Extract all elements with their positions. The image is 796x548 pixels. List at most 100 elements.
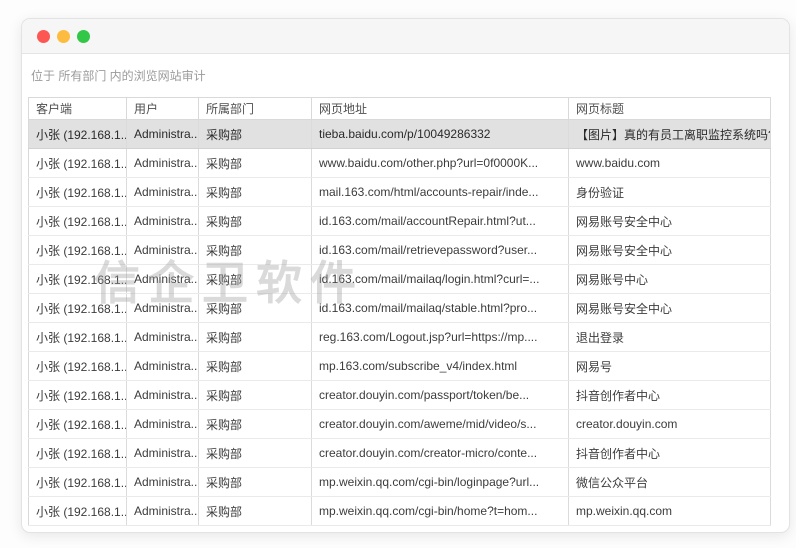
table-row[interactable]: 小张 (192.168.1... Administra... 采购部 mp.we… <box>29 497 771 526</box>
cell-department[interactable]: 采购部 <box>199 120 312 149</box>
cell-url[interactable]: id.163.com/mail/accountRepair.html?ut... <box>312 207 569 236</box>
cell-url[interactable]: reg.163.com/Logout.jsp?url=https://mp...… <box>312 323 569 352</box>
cell-title[interactable]: 抖音创作者中心 <box>569 381 771 410</box>
audit-table-container: 客户端 用户 所属部门 网页地址 网页标题 小张 (192.168.1... A… <box>28 97 771 526</box>
minimize-window-icon[interactable] <box>57 30 70 43</box>
cell-user[interactable]: Administra... <box>127 381 199 410</box>
cell-user[interactable]: Administra... <box>127 294 199 323</box>
cell-client[interactable]: 小张 (192.168.1... <box>29 381 127 410</box>
cell-title[interactable]: 网易号 <box>569 352 771 381</box>
cell-client[interactable]: 小张 (192.168.1... <box>29 120 127 149</box>
table-header-row: 客户端 用户 所属部门 网页地址 网页标题 <box>29 98 771 120</box>
table-row[interactable]: 小张 (192.168.1... Administra... 采购部 creat… <box>29 410 771 439</box>
cell-url[interactable]: mp.weixin.qq.com/cgi-bin/loginpage?url..… <box>312 468 569 497</box>
cell-client[interactable]: 小张 (192.168.1... <box>29 352 127 381</box>
cell-title[interactable]: 身份验证 <box>569 178 771 207</box>
cell-client[interactable]: 小张 (192.168.1... <box>29 207 127 236</box>
table-row[interactable]: 小张 (192.168.1... Administra... 采购部 id.16… <box>29 294 771 323</box>
column-header-title[interactable]: 网页标题 <box>569 98 771 120</box>
cell-client[interactable]: 小张 (192.168.1... <box>29 178 127 207</box>
table-row[interactable]: 小张 (192.168.1... Administra... 采购部 creat… <box>29 381 771 410</box>
cell-url[interactable]: creator.douyin.com/passport/token/be... <box>312 381 569 410</box>
close-window-icon[interactable] <box>37 30 50 43</box>
cell-title[interactable]: 微信公众平台 <box>569 468 771 497</box>
table-row[interactable]: 小张 (192.168.1... Administra... 采购部 creat… <box>29 439 771 468</box>
cell-url[interactable]: id.163.com/mail/retrievepassword?user... <box>312 236 569 265</box>
cell-department[interactable]: 采购部 <box>199 381 312 410</box>
zoom-window-icon[interactable] <box>77 30 90 43</box>
cell-title[interactable]: mp.weixin.qq.com <box>569 497 771 526</box>
cell-title[interactable]: 【图片】真的有员工离职监控系统吗? <box>569 120 771 149</box>
cell-user[interactable]: Administra... <box>127 497 199 526</box>
breadcrumb-label: 位于 所有部门 内的浏览网站审计 <box>31 67 206 84</box>
cell-client[interactable]: 小张 (192.168.1... <box>29 439 127 468</box>
cell-url[interactable]: creator.douyin.com/creator-micro/conte..… <box>312 439 569 468</box>
cell-client[interactable]: 小张 (192.168.1... <box>29 149 127 178</box>
cell-user[interactable]: Administra... <box>127 410 199 439</box>
table-row[interactable]: 小张 (192.168.1... Administra... 采购部 mail.… <box>29 178 771 207</box>
table-row[interactable]: 小张 (192.168.1... Administra... 采购部 mp.we… <box>29 468 771 497</box>
table-row[interactable]: 小张 (192.168.1... Administra... 采购部 mp.16… <box>29 352 771 381</box>
cell-department[interactable]: 采购部 <box>199 178 312 207</box>
cell-client[interactable]: 小张 (192.168.1... <box>29 468 127 497</box>
cell-department[interactable]: 采购部 <box>199 468 312 497</box>
cell-client[interactable]: 小张 (192.168.1... <box>29 497 127 526</box>
cell-title[interactable]: 网易账号安全中心 <box>569 236 771 265</box>
cell-department[interactable]: 采购部 <box>199 323 312 352</box>
cell-url[interactable]: creator.douyin.com/aweme/mid/video/s... <box>312 410 569 439</box>
column-header-department[interactable]: 所属部门 <box>199 98 312 120</box>
cell-url[interactable]: mail.163.com/html/accounts-repair/inde..… <box>312 178 569 207</box>
window-titlebar <box>22 19 789 54</box>
table-row[interactable]: 小张 (192.168.1... Administra... 采购部 id.16… <box>29 236 771 265</box>
cell-user[interactable]: Administra... <box>127 178 199 207</box>
table-row[interactable]: 小张 (192.168.1... Administra... 采购部 www.b… <box>29 149 771 178</box>
cell-url[interactable]: www.baidu.com/other.php?url=0f0000K... <box>312 149 569 178</box>
cell-user[interactable]: Administra... <box>127 149 199 178</box>
cell-title[interactable]: 网易账号安全中心 <box>569 207 771 236</box>
cell-user[interactable]: Administra... <box>127 265 199 294</box>
cell-title[interactable]: www.baidu.com <box>569 149 771 178</box>
table-body: 小张 (192.168.1... Administra... 采购部 tieba… <box>29 120 771 526</box>
cell-client[interactable]: 小张 (192.168.1... <box>29 323 127 352</box>
cell-url[interactable]: mp.163.com/subscribe_v4/index.html <box>312 352 569 381</box>
cell-title[interactable]: 退出登录 <box>569 323 771 352</box>
cell-department[interactable]: 采购部 <box>199 439 312 468</box>
cell-title[interactable]: creator.douyin.com <box>569 410 771 439</box>
audit-table: 客户端 用户 所属部门 网页地址 网页标题 小张 (192.168.1... A… <box>28 97 771 526</box>
column-header-client[interactable]: 客户端 <box>29 98 127 120</box>
cell-department[interactable]: 采购部 <box>199 149 312 178</box>
cell-department[interactable]: 采购部 <box>199 410 312 439</box>
breadcrumb: 位于 所有部门 内的浏览网站审计 <box>22 54 789 97</box>
cell-user[interactable]: Administra... <box>127 207 199 236</box>
table-row[interactable]: 小张 (192.168.1... Administra... 采购部 id.16… <box>29 265 771 294</box>
cell-title[interactable]: 网易账号安全中心 <box>569 294 771 323</box>
table-row[interactable]: 小张 (192.168.1... Administra... 采购部 reg.1… <box>29 323 771 352</box>
cell-department[interactable]: 采购部 <box>199 497 312 526</box>
cell-department[interactable]: 采购部 <box>199 294 312 323</box>
table-row[interactable]: 小张 (192.168.1... Administra... 采购部 tieba… <box>29 120 771 149</box>
cell-user[interactable]: Administra... <box>127 439 199 468</box>
cell-url[interactable]: id.163.com/mail/mailaq/login.html?curl=.… <box>312 265 569 294</box>
cell-client[interactable]: 小张 (192.168.1... <box>29 294 127 323</box>
cell-user[interactable]: Administra... <box>127 352 199 381</box>
cell-url[interactable]: tieba.baidu.com/p/10049286332 <box>312 120 569 149</box>
cell-url[interactable]: mp.weixin.qq.com/cgi-bin/home?t=hom... <box>312 497 569 526</box>
table-row[interactable]: 小张 (192.168.1... Administra... 采购部 id.16… <box>29 207 771 236</box>
cell-user[interactable]: Administra... <box>127 236 199 265</box>
cell-department[interactable]: 采购部 <box>199 207 312 236</box>
cell-client[interactable]: 小张 (192.168.1... <box>29 265 127 294</box>
audit-window: 位于 所有部门 内的浏览网站审计 客户端 用户 所属部门 网页地址 网页标题 <box>21 18 790 533</box>
cell-department[interactable]: 采购部 <box>199 352 312 381</box>
cell-user[interactable]: Administra... <box>127 468 199 497</box>
cell-client[interactable]: 小张 (192.168.1... <box>29 410 127 439</box>
cell-department[interactable]: 采购部 <box>199 236 312 265</box>
cell-client[interactable]: 小张 (192.168.1... <box>29 236 127 265</box>
cell-url[interactable]: id.163.com/mail/mailaq/stable.html?pro..… <box>312 294 569 323</box>
cell-user[interactable]: Administra... <box>127 120 199 149</box>
column-header-url[interactable]: 网页地址 <box>312 98 569 120</box>
cell-user[interactable]: Administra... <box>127 323 199 352</box>
cell-department[interactable]: 采购部 <box>199 265 312 294</box>
cell-title[interactable]: 抖音创作者中心 <box>569 439 771 468</box>
column-header-user[interactable]: 用户 <box>127 98 199 120</box>
cell-title[interactable]: 网易账号中心 <box>569 265 771 294</box>
